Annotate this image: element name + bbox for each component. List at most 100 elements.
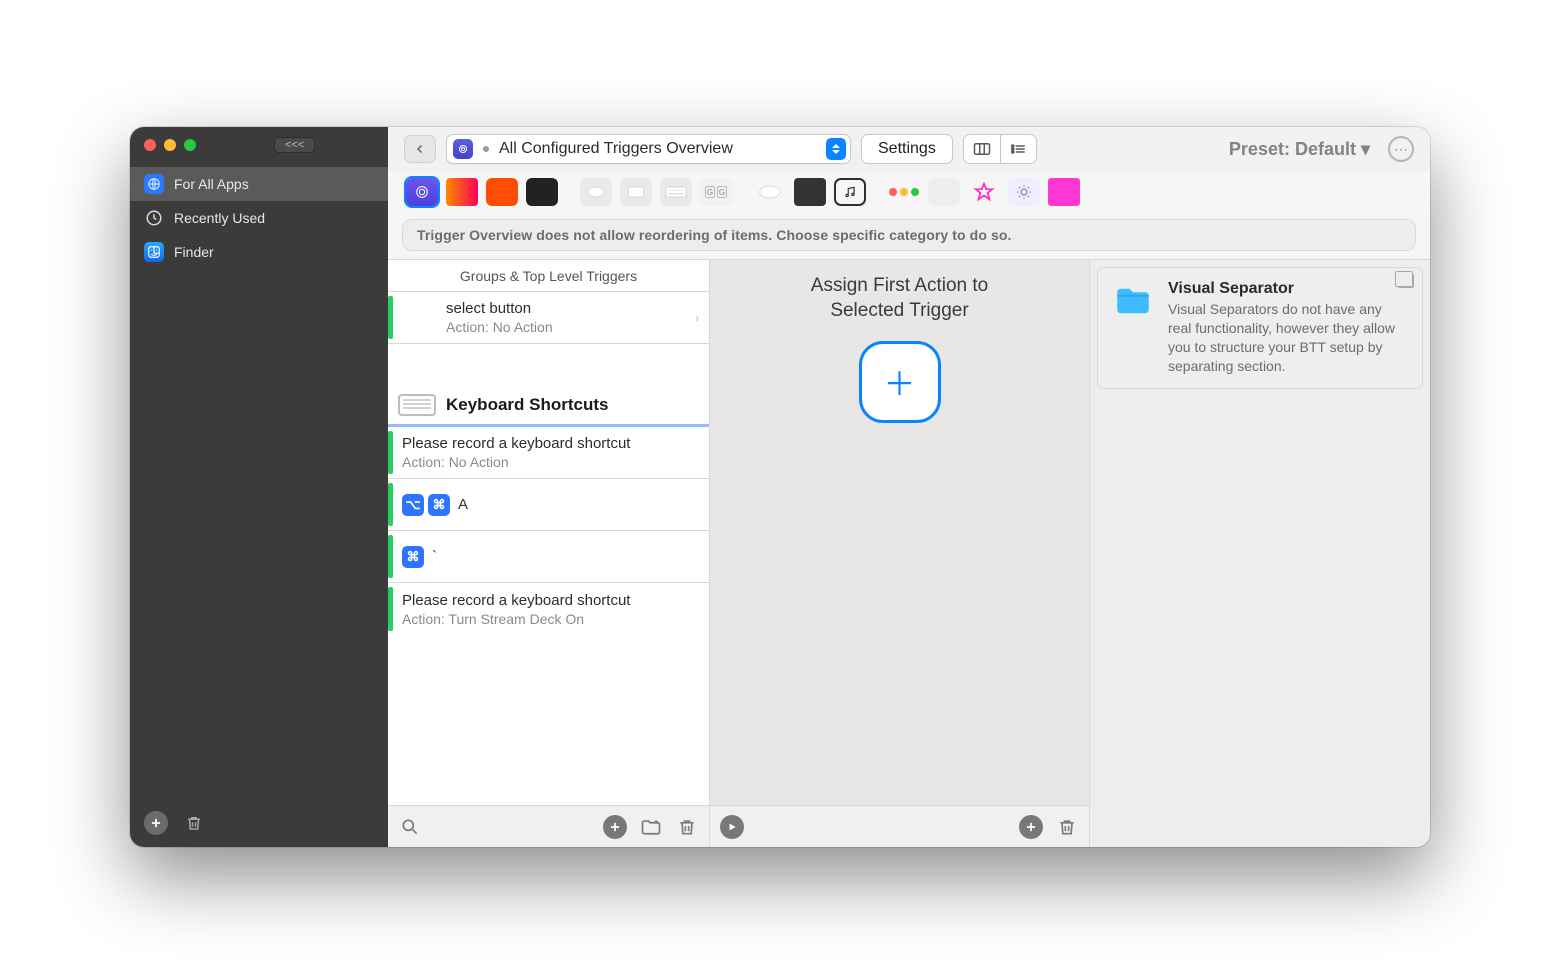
keycap-suffix: ` [432,548,437,565]
category-clipboard-icon[interactable] [1048,178,1080,206]
trigger-row[interactable]: select button Action: No Action › [388,292,709,344]
trigger-row[interactable]: ⌘ ` [388,531,709,583]
category-trackpad-icon[interactable] [620,178,652,206]
sidebar-item-recent[interactable]: Recently Used [130,201,388,235]
triggers-footer [388,805,709,847]
category-normal-mouse-icon[interactable] [754,178,786,206]
popout-icon[interactable] [1398,274,1414,288]
add-first-action-button[interactable]: ＋ [859,341,941,423]
assign-title: Assign First Action to Selected Trigger [811,274,988,323]
modified-indicator-icon [483,146,489,152]
triggers-column: Groups & Top Level Triggers select butto… [388,260,710,847]
category-key-sequence-icon[interactable]: GG [700,178,732,206]
trigger-row[interactable]: ⌥ ⌘ A [388,479,709,531]
search-button[interactable] [398,815,422,839]
category-drawings-icon[interactable] [968,178,1000,206]
category-dropdown-button[interactable] [826,138,846,160]
sidebar-item-label: Finder [174,244,214,260]
columns-view-button[interactable] [964,135,1000,163]
category-touchbar-icon[interactable] [446,178,478,206]
folder-icon [1112,280,1154,322]
add-action-button[interactable] [1019,815,1043,839]
detail-text: Visual Separator Visual Separators do no… [1168,280,1408,376]
delete-action-button[interactable] [1055,815,1079,839]
run-action-button[interactable] [720,815,744,839]
category-streamdeck-icon[interactable] [486,178,518,206]
preset-selector[interactable]: Preset: Default ▾ [1229,139,1370,160]
globe-icon [144,174,164,194]
trigger-list[interactable]: select button Action: No Action › Keyboa… [388,292,709,805]
more-options-button[interactable]: ⋯ [1388,136,1414,162]
minimize-window-button[interactable] [164,139,176,151]
section-title: Keyboard Shortcuts [446,395,608,415]
trigger-subtitle: Action: Turn Stream Deck On [402,611,699,627]
actions-column: Assign First Action to Selected Trigger … [710,260,1090,847]
category-midi-icon[interactable] [834,178,866,206]
detail-card: Visual Separator Visual Separators do no… [1097,267,1423,389]
trigger-keys: ⌥ ⌘ A [402,494,699,516]
assign-title-line2: Selected Trigger [830,300,968,321]
groups-header: Groups & Top Level Triggers [388,260,709,292]
keycap-suffix: A [458,496,468,513]
category-title: All Configured Triggers Overview [499,140,733,158]
category-remote-icon[interactable] [794,178,826,206]
category-keyboard-icon[interactable] [660,178,692,206]
back-button[interactable] [404,135,436,163]
content-columns: Groups & Top Level Triggers select butto… [388,259,1430,847]
clock-icon [144,208,164,228]
sidebar: <<< For All Apps Recently Used Finder [130,127,388,847]
trigger-subtitle: Action: No Action [402,454,699,470]
category-notch-icon[interactable] [526,178,558,206]
keycap-icon: ⌘ [402,546,424,568]
enabled-bar-icon [388,483,393,526]
keycap-icon: ⌘ [428,494,450,516]
add-app-button[interactable] [144,811,168,835]
category-traffic-icon[interactable] [888,178,920,206]
category-strip: GG [388,171,1430,213]
main-panel: All Configured Triggers Overview Setting… [388,127,1430,847]
keyboard-section-icon [398,394,436,416]
category-all-icon[interactable] [406,178,438,206]
delete-app-button[interactable] [182,811,206,835]
sidebar-nav: For All Apps Recently Used Finder [130,163,388,269]
sidebar-item-finder[interactable]: Finder [130,235,388,269]
trigger-row[interactable]: Please record a keyboard shortcut Action… [388,427,709,479]
close-window-button[interactable] [144,139,156,151]
add-trigger-button[interactable] [603,815,627,839]
detail-column: Visual Separator Visual Separators do no… [1090,260,1430,847]
app-window: <<< For All Apps Recently Used Finder [130,127,1430,847]
trigger-subtitle: Action: No Action [446,319,699,335]
trigger-keys: ⌘ ` [402,546,699,568]
delete-trigger-button[interactable] [675,815,699,839]
btt-logo-icon [453,139,473,159]
list-view-button[interactable] [1000,135,1036,163]
trigger-title: select button [446,300,699,317]
view-mode-segmented [963,134,1037,164]
section-header-keyboard: Keyboard Shortcuts [388,384,709,427]
category-automations-icon[interactable] [1008,178,1040,206]
category-selector[interactable]: All Configured Triggers Overview [446,134,851,164]
sidebar-item-label: For All Apps [174,176,249,192]
detail-body: Visual Separators do not have any real f… [1168,300,1408,376]
window-controls: <<< [130,127,388,163]
sidebar-footer [130,799,388,847]
assign-title-line1: Assign First Action to [811,275,988,296]
category-shortcuts-icon[interactable] [928,178,960,206]
actions-footer [710,805,1089,847]
sidebar-item-all-apps[interactable]: For All Apps [130,167,388,201]
sidebar-item-label: Recently Used [174,210,265,226]
zoom-window-button[interactable] [184,139,196,151]
toolbar: All Configured Triggers Overview Setting… [388,127,1430,171]
enabled-bar-icon [388,535,393,578]
sidebar-collapse-button[interactable]: <<< [274,137,315,153]
info-banner: Trigger Overview does not allow reorderi… [402,219,1416,251]
new-group-button[interactable] [639,815,663,839]
enabled-bar-icon [388,431,393,474]
category-mouse-icon[interactable] [580,178,612,206]
assign-action-placeholder: Assign First Action to Selected Trigger … [710,260,1089,805]
trigger-title: Please record a keyboard shortcut [402,592,699,609]
finder-icon [144,242,164,262]
trigger-row[interactable]: Please record a keyboard shortcut Action… [388,583,709,635]
chevron-right-icon: › [695,311,699,325]
settings-button[interactable]: Settings [861,134,953,164]
